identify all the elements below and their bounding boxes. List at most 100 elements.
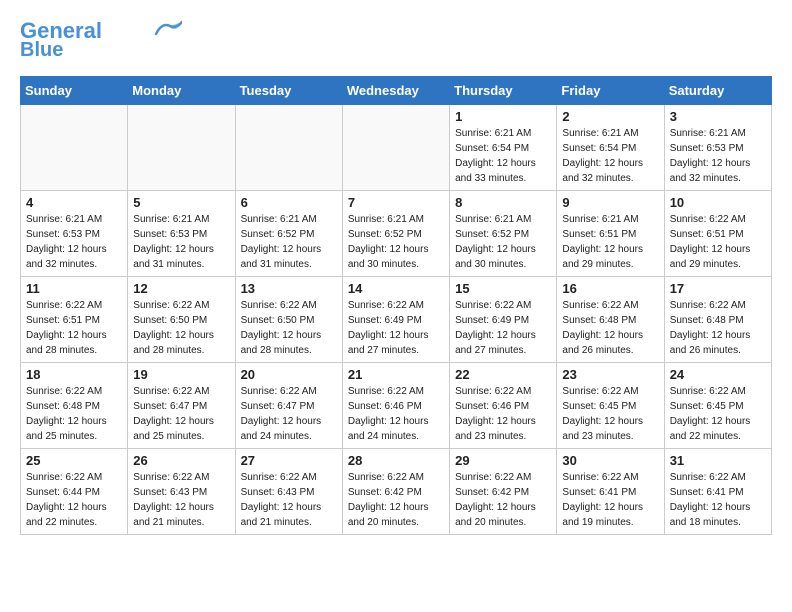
day-info: Sunrise: 6:21 AM Sunset: 6:53 PM Dayligh… (670, 126, 766, 186)
calendar-cell (128, 105, 235, 191)
weekday-header-friday: Friday (557, 77, 664, 105)
calendar-cell: 25 Sunrise: 6:22 AM Sunset: 6:44 PM Dayli… (21, 449, 128, 535)
day-info: Sunrise: 6:21 AM Sunset: 6:54 PM Dayligh… (455, 126, 551, 186)
calendar-cell: 24 Sunrise: 6:22 AM Sunset: 6:45 PM Dayli… (664, 363, 771, 449)
calendar-cell: 19 Sunrise: 6:22 AM Sunset: 6:47 PM Dayli… (128, 363, 235, 449)
day-number: 2 (562, 109, 658, 124)
day-info: Sunrise: 6:22 AM Sunset: 6:50 PM Dayligh… (133, 298, 229, 358)
calendar-week-row: 11 Sunrise: 6:22 AM Sunset: 6:51 PM Dayli… (21, 277, 772, 363)
day-number: 1 (455, 109, 551, 124)
day-number: 5 (133, 195, 229, 210)
day-info: Sunrise: 6:22 AM Sunset: 6:46 PM Dayligh… (455, 384, 551, 444)
day-info: Sunrise: 6:21 AM Sunset: 6:54 PM Dayligh… (562, 126, 658, 186)
day-number: 16 (562, 281, 658, 296)
calendar-cell: 3 Sunrise: 6:21 AM Sunset: 6:53 PM Daylig… (664, 105, 771, 191)
calendar-cell: 21 Sunrise: 6:22 AM Sunset: 6:46 PM Dayli… (342, 363, 449, 449)
day-number: 26 (133, 453, 229, 468)
calendar-table: SundayMondayTuesdayWednesdayThursdayFrid… (20, 76, 772, 535)
logo-blue-text: Blue (20, 40, 63, 60)
day-number: 15 (455, 281, 551, 296)
calendar-cell: 23 Sunrise: 6:22 AM Sunset: 6:45 PM Dayli… (557, 363, 664, 449)
calendar-cell: 17 Sunrise: 6:22 AM Sunset: 6:48 PM Dayli… (664, 277, 771, 363)
weekday-header-row: SundayMondayTuesdayWednesdayThursdayFrid… (21, 77, 772, 105)
weekday-header-sunday: Sunday (21, 77, 128, 105)
day-number: 18 (26, 367, 122, 382)
day-number: 3 (670, 109, 766, 124)
calendar-cell: 28Sunrise: 6:22 AM Sunset: 6:42 PM Dayli… (342, 449, 449, 535)
calendar-cell: 13Sunrise: 6:22 AM Sunset: 6:50 PM Dayli… (235, 277, 342, 363)
day-info: Sunrise: 6:21 AM Sunset: 6:53 PM Dayligh… (26, 212, 122, 272)
day-info: Sunrise: 6:21 AM Sunset: 6:52 PM Dayligh… (455, 212, 551, 272)
day-number: 21 (348, 367, 444, 382)
day-info: Sunrise: 6:22 AM Sunset: 6:45 PM Dayligh… (670, 384, 766, 444)
day-number: 17 (670, 281, 766, 296)
calendar-cell: 18 Sunrise: 6:22 AM Sunset: 6:48 PM Dayli… (21, 363, 128, 449)
day-number: 8 (455, 195, 551, 210)
weekday-header-monday: Monday (128, 77, 235, 105)
day-info: Sunrise: 6:22 AM Sunset: 6:47 PM Dayligh… (241, 384, 337, 444)
day-info: Sunrise: 6:22 AM Sunset: 6:47 PM Dayligh… (133, 384, 229, 444)
day-number: 7 (348, 195, 444, 210)
day-number: 27 (241, 453, 337, 468)
calendar-cell: 8 Sunrise: 6:21 AM Sunset: 6:52 PM Daylig… (450, 191, 557, 277)
day-number: 19 (133, 367, 229, 382)
calendar-cell: 1 Sunrise: 6:21 AM Sunset: 6:54 PM Daylig… (450, 105, 557, 191)
day-number: 6 (241, 195, 337, 210)
day-info: Sunrise: 6:22 AM Sunset: 6:48 PM Dayligh… (26, 384, 122, 444)
day-info: Sunrise: 6:21 AM Sunset: 6:53 PM Dayligh… (133, 212, 229, 272)
weekday-header-saturday: Saturday (664, 77, 771, 105)
day-info: Sunrise: 6:22 AM Sunset: 6:41 PM Dayligh… (562, 470, 658, 530)
calendar-cell: 2 Sunrise: 6:21 AM Sunset: 6:54 PM Daylig… (557, 105, 664, 191)
day-info: Sunrise: 6:22 AM Sunset: 6:51 PM Dayligh… (26, 298, 122, 358)
day-info: Sunrise: 6:21 AM Sunset: 6:52 PM Dayligh… (348, 212, 444, 272)
calendar-cell: 10Sunrise: 6:22 AM Sunset: 6:51 PM Dayli… (664, 191, 771, 277)
day-info: Sunrise: 6:21 AM Sunset: 6:52 PM Dayligh… (241, 212, 337, 272)
day-info: Sunrise: 6:22 AM Sunset: 6:46 PM Dayligh… (348, 384, 444, 444)
calendar-week-row: 4 Sunrise: 6:21 AM Sunset: 6:53 PM Daylig… (21, 191, 772, 277)
calendar-week-row: 18 Sunrise: 6:22 AM Sunset: 6:48 PM Dayli… (21, 363, 772, 449)
logo-bird-icon (154, 20, 182, 38)
calendar-cell: 11 Sunrise: 6:22 AM Sunset: 6:51 PM Dayli… (21, 277, 128, 363)
calendar-cell: 29 Sunrise: 6:22 AM Sunset: 6:42 PM Dayli… (450, 449, 557, 535)
day-number: 12 (133, 281, 229, 296)
day-info: Sunrise: 6:22 AM Sunset: 6:45 PM Dayligh… (562, 384, 658, 444)
day-number: 20 (241, 367, 337, 382)
day-info: Sunrise: 6:22 AM Sunset: 6:51 PM Dayligh… (670, 212, 766, 272)
calendar-week-row: 25 Sunrise: 6:22 AM Sunset: 6:44 PM Dayli… (21, 449, 772, 535)
day-number: 29 (455, 453, 551, 468)
day-info: Sunrise: 6:22 AM Sunset: 6:43 PM Dayligh… (241, 470, 337, 530)
calendar-week-row: 1 Sunrise: 6:21 AM Sunset: 6:54 PM Daylig… (21, 105, 772, 191)
day-number: 4 (26, 195, 122, 210)
calendar-cell: 27 Sunrise: 6:22 AM Sunset: 6:43 PM Dayli… (235, 449, 342, 535)
calendar-cell (235, 105, 342, 191)
day-number: 22 (455, 367, 551, 382)
day-info: Sunrise: 6:22 AM Sunset: 6:44 PM Dayligh… (26, 470, 122, 530)
weekday-header-wednesday: Wednesday (342, 77, 449, 105)
page-header: General Blue (20, 20, 772, 60)
day-info: Sunrise: 6:22 AM Sunset: 6:49 PM Dayligh… (348, 298, 444, 358)
day-number: 28 (348, 453, 444, 468)
calendar-cell: 22 Sunrise: 6:22 AM Sunset: 6:46 PM Dayli… (450, 363, 557, 449)
calendar-cell: 4 Sunrise: 6:21 AM Sunset: 6:53 PM Daylig… (21, 191, 128, 277)
calendar-cell: 7 Sunrise: 6:21 AM Sunset: 6:52 PM Daylig… (342, 191, 449, 277)
day-number: 24 (670, 367, 766, 382)
day-number: 11 (26, 281, 122, 296)
day-number: 30 (562, 453, 658, 468)
calendar-cell: 16Sunrise: 6:22 AM Sunset: 6:48 PM Dayli… (557, 277, 664, 363)
day-number: 13 (241, 281, 337, 296)
day-info: Sunrise: 6:22 AM Sunset: 6:41 PM Dayligh… (670, 470, 766, 530)
weekday-header-tuesday: Tuesday (235, 77, 342, 105)
calendar-cell: 6 Sunrise: 6:21 AM Sunset: 6:52 PM Daylig… (235, 191, 342, 277)
calendar-cell: 20 Sunrise: 6:22 AM Sunset: 6:47 PM Dayli… (235, 363, 342, 449)
day-info: Sunrise: 6:22 AM Sunset: 6:48 PM Dayligh… (670, 298, 766, 358)
day-number: 25 (26, 453, 122, 468)
day-info: Sunrise: 6:22 AM Sunset: 6:49 PM Dayligh… (455, 298, 551, 358)
day-info: Sunrise: 6:22 AM Sunset: 6:42 PM Dayligh… (455, 470, 551, 530)
calendar-cell (21, 105, 128, 191)
day-number: 31 (670, 453, 766, 468)
calendar-cell: 15 Sunrise: 6:22 AM Sunset: 6:49 PM Dayli… (450, 277, 557, 363)
day-number: 23 (562, 367, 658, 382)
calendar-cell: 26Sunrise: 6:22 AM Sunset: 6:43 PM Dayli… (128, 449, 235, 535)
calendar-cell: 31 Sunrise: 6:22 AM Sunset: 6:41 PM Dayli… (664, 449, 771, 535)
day-info: Sunrise: 6:21 AM Sunset: 6:51 PM Dayligh… (562, 212, 658, 272)
